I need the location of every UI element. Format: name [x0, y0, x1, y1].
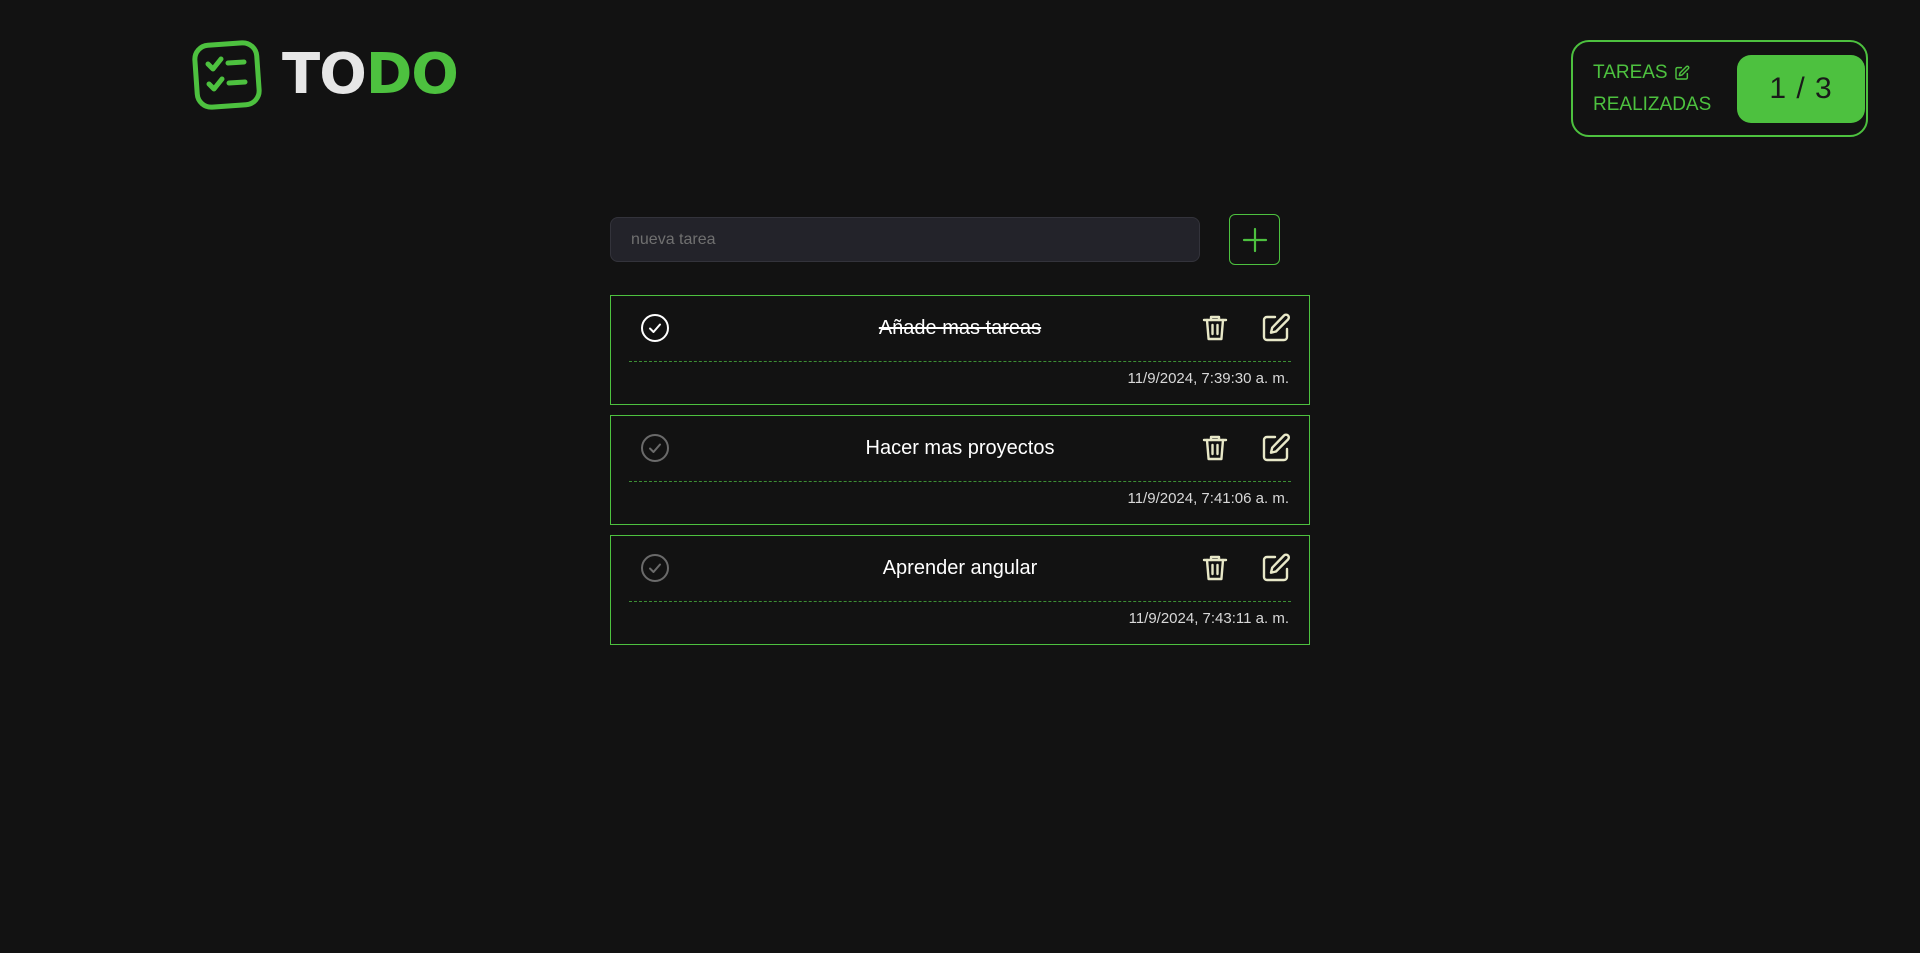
new-task-input[interactable]	[610, 217, 1200, 262]
task-item: Aprender angular 11/9/2024, 7:43:11 a. m…	[610, 535, 1310, 645]
trash-icon[interactable]	[1199, 432, 1231, 464]
task-title: Hacer mas proyectos	[865, 437, 1055, 459]
counter-label: TAREAS REALIZADAS	[1593, 57, 1721, 121]
edit-icon[interactable]	[1260, 312, 1292, 344]
edit-icon[interactable]	[1260, 552, 1292, 584]
task-header: Aprender angular	[629, 536, 1291, 602]
completed-counter: TAREAS REALIZADAS 1 / 3	[1571, 40, 1868, 137]
task-list: Añade mas tareas 11/9/2024, 7:39:30 a. m…	[610, 295, 1310, 655]
add-task-button[interactable]	[1229, 214, 1280, 265]
counter-label-line2: REALIZADAS	[1593, 93, 1712, 115]
logo-text-do: DO	[365, 42, 459, 107]
plus-icon	[1242, 227, 1267, 252]
task-title: Aprender angular	[882, 557, 1038, 579]
task-date: 11/9/2024, 7:41:06 a. m.	[1127, 490, 1289, 507]
task-title: Añade mas tareas	[878, 317, 1042, 339]
task-date: 11/9/2024, 7:43:11 a. m.	[1128, 610, 1289, 627]
task-header: Hacer mas proyectos	[629, 416, 1291, 482]
task-item: Añade mas tareas 11/9/2024, 7:39:30 a. m…	[610, 295, 1310, 405]
counter-label-line1: TAREAS	[1593, 61, 1668, 83]
trash-icon[interactable]	[1199, 552, 1231, 584]
counter-value: 1 / 3	[1737, 54, 1865, 123]
logo-text-to: TO	[282, 42, 367, 107]
task-date: 11/9/2024, 7:39:30 a. m.	[1127, 370, 1289, 387]
task-item: Hacer mas proyectos 11/9/2024, 7:41:06 a…	[610, 415, 1310, 525]
checklist-icon	[192, 40, 262, 110]
todo-app: TODO TAREAS REALIZADAS 1 / 3 nueva tarea…	[0, 0, 1920, 953]
task-header: Añade mas tareas	[629, 296, 1291, 362]
edit-icon	[1674, 65, 1690, 80]
logo-text: TODO	[282, 47, 459, 103]
trash-icon[interactable]	[1199, 312, 1231, 344]
edit-icon[interactable]	[1260, 432, 1292, 464]
logo: TODO	[192, 40, 459, 110]
